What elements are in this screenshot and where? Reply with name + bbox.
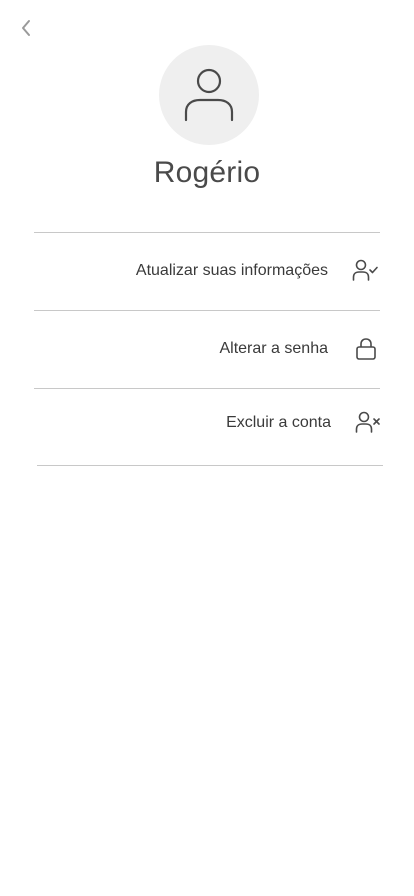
change-password-button[interactable]: Alterar a senha [34,311,380,387]
delete-account-label: Excluir a conta [226,414,331,431]
user-check-icon [352,257,380,285]
user-x-icon [355,409,383,437]
back-button[interactable] [14,16,38,40]
chevron-left-icon [22,20,30,36]
delete-account-button[interactable]: Excluir a conta [37,385,383,461]
update-info-label: Atualizar suas informações [135,262,328,279]
update-info-button[interactable]: Atualizar suas informações [34,233,380,309]
profile-screen: Rogério Atualizar suas informações Alter… [0,0,414,896]
change-password-label: Alterar a senha [219,340,328,357]
user-icon [184,68,234,122]
avatar [159,45,259,145]
user-name: Rogério [153,156,261,189]
divider [37,465,383,466]
lock-icon [352,335,380,363]
